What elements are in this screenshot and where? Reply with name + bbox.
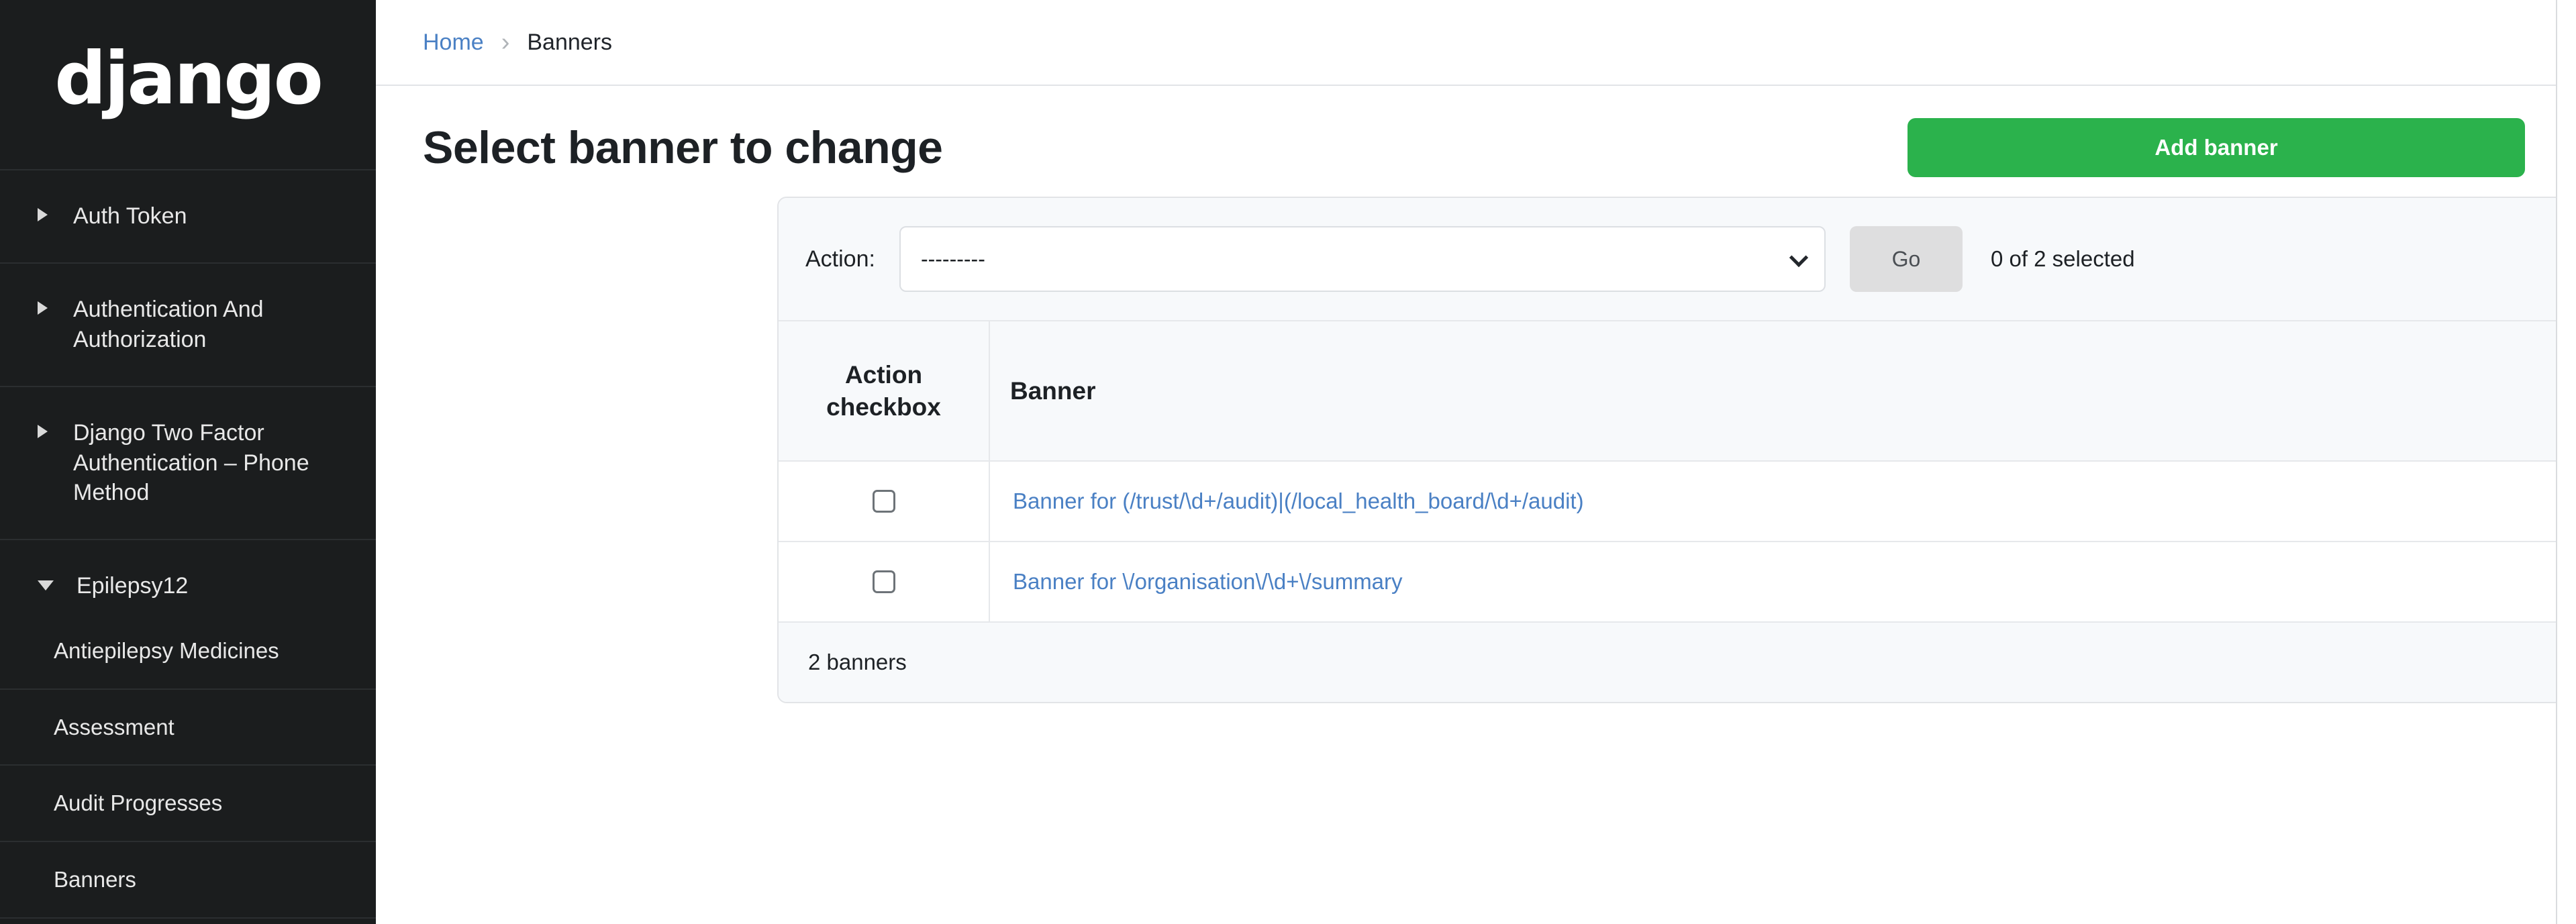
- row-checkbox-cell: [779, 461, 990, 542]
- sidebar-group-header-auth-token[interactable]: Auth Token: [0, 201, 376, 232]
- sidebar-item-antiepilepsy-medicines[interactable]: Antiepilepsy Medicines: [0, 613, 376, 688]
- sidebar-group-label: Authentication And Authorization: [73, 296, 264, 352]
- sidebar-group-authentication-and-authorization: Authentication And Authorization: [0, 262, 376, 386]
- row-checkbox-cell: [779, 542, 990, 623]
- selection-count: 0 of 2 selected: [1990, 246, 2135, 271]
- table-row: Banner for (/trust/\d+/audit)|(/local_he…: [779, 461, 2576, 542]
- page-title: Select banner to change: [423, 122, 943, 173]
- go-button[interactable]: Go: [1849, 226, 1963, 292]
- breadcrumb-current: Banners: [527, 29, 612, 55]
- brand-header: django: [0, 0, 376, 169]
- chevron-down-icon: [38, 580, 54, 591]
- table-header-row: Action checkbox Banner: [779, 321, 2576, 462]
- sidebar-group-header-authentication-and-authorization[interactable]: Authentication And Authorization: [0, 295, 376, 355]
- actions-bar: Action: --------- Go 0 of 2 selected: [779, 198, 2576, 321]
- table-row: Banner for \/organisation\/\d+\/summary: [779, 542, 2576, 623]
- sidebar: django Auth Token Authentication And Aut…: [0, 0, 376, 924]
- sidebar-group-auth-token: Auth Token: [0, 169, 376, 262]
- row-select-checkbox[interactable]: [872, 490, 895, 513]
- main-content: Home › Banners Select banner to change A…: [376, 0, 2576, 924]
- add-banner-button[interactable]: Add banner: [1908, 118, 2525, 177]
- admin-page: django Auth Token Authentication And Aut…: [0, 0, 2576, 924]
- sidebar-group-epilepsy12: Epilepsy12 Antiepilepsy Medicines Assess…: [0, 539, 376, 924]
- changelist-card: Action: --------- Go 0 of 2 selected Act…: [777, 197, 2576, 703]
- banner-link[interactable]: Banner for \/organisation\/\d+\/summary: [1013, 569, 1403, 594]
- page-header: Select banner to change Add banner: [376, 86, 2576, 203]
- action-label: Action:: [805, 246, 875, 272]
- sidebar-group-children-epilepsy12: Antiepilepsy Medicines Assessment Audit …: [0, 601, 376, 924]
- sidebar-item-assessment[interactable]: Assessment: [0, 688, 376, 765]
- sidebar-item-comorbidities[interactable]: Comorbidities: [0, 917, 376, 924]
- chevron-right-icon: [38, 424, 48, 438]
- row-select-checkbox[interactable]: [872, 570, 895, 593]
- results-count: 2 banners: [779, 623, 2576, 702]
- sidebar-group-label: Django Two Factor Authentication – Phone…: [73, 419, 309, 506]
- breadcrumb-home-link[interactable]: Home: [423, 30, 484, 56]
- django-logo: django: [54, 37, 324, 121]
- breadcrumb: Home › Banners: [376, 0, 2576, 86]
- sidebar-group-django-two-factor-authentication: Django Two Factor Authentication – Phone…: [0, 385, 376, 540]
- row-banner-cell: Banner for \/organisation\/\d+\/summary: [989, 542, 2576, 623]
- sidebar-group-header-epilepsy12[interactable]: Epilepsy12: [0, 571, 376, 601]
- action-select[interactable]: ---------: [899, 226, 1826, 292]
- sidebar-item-audit-progresses[interactable]: Audit Progresses: [0, 764, 376, 841]
- column-header-banner: Banner: [989, 321, 2576, 462]
- results-table: Action checkbox Banner Banner for (/trus…: [779, 321, 2576, 623]
- sidebar-item-banners[interactable]: Banners: [0, 840, 376, 917]
- action-select-wrapper: ---------: [899, 226, 1826, 292]
- page-scrollbar[interactable]: [2556, 0, 2576, 924]
- results-table-body: Banner for (/trust/\d+/audit)|(/local_he…: [779, 461, 2576, 623]
- column-header-action-checkbox: Action checkbox: [779, 321, 990, 462]
- sidebar-group-label: Auth Token: [73, 203, 187, 229]
- sidebar-group-label: Epilepsy12: [77, 573, 189, 599]
- chevron-right-icon: [38, 301, 48, 315]
- chevron-right-icon: ›: [501, 28, 510, 56]
- banner-link[interactable]: Banner for (/trust/\d+/audit)|(/local_he…: [1013, 489, 1584, 513]
- chevron-right-icon: [38, 208, 48, 221]
- results-table-head: Action checkbox Banner: [779, 321, 2576, 462]
- sidebar-group-header-django-two-factor-authentication[interactable]: Django Two Factor Authentication – Phone…: [0, 418, 376, 509]
- row-banner-cell: Banner for (/trust/\d+/audit)|(/local_he…: [989, 461, 2576, 542]
